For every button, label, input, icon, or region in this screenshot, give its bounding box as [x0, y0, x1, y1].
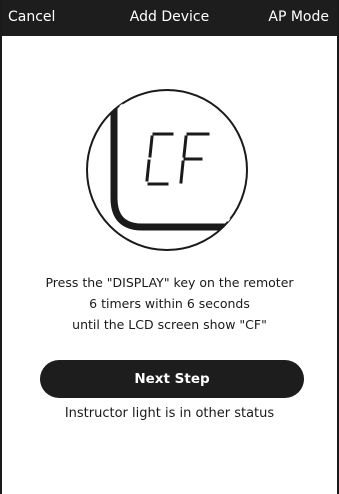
instruction-line-3: until the LCD screen show "CF"	[72, 317, 267, 332]
add-device-screen: Cancel Add Device AP Mode Press the "DIS…	[2, 0, 337, 494]
instruction-line-1: Press the "DISPLAY" key on the remoter	[45, 275, 294, 290]
instruction-text: Press the "DISPLAY" key on the remoter 6…	[2, 272, 337, 335]
lcd-display-illustration	[86, 89, 248, 251]
other-status-link[interactable]: Instructor light is in other status	[2, 406, 337, 421]
instruction-line-2: 6 timers within 6 seconds	[89, 296, 250, 311]
next-step-button[interactable]: Next Step	[40, 360, 304, 398]
